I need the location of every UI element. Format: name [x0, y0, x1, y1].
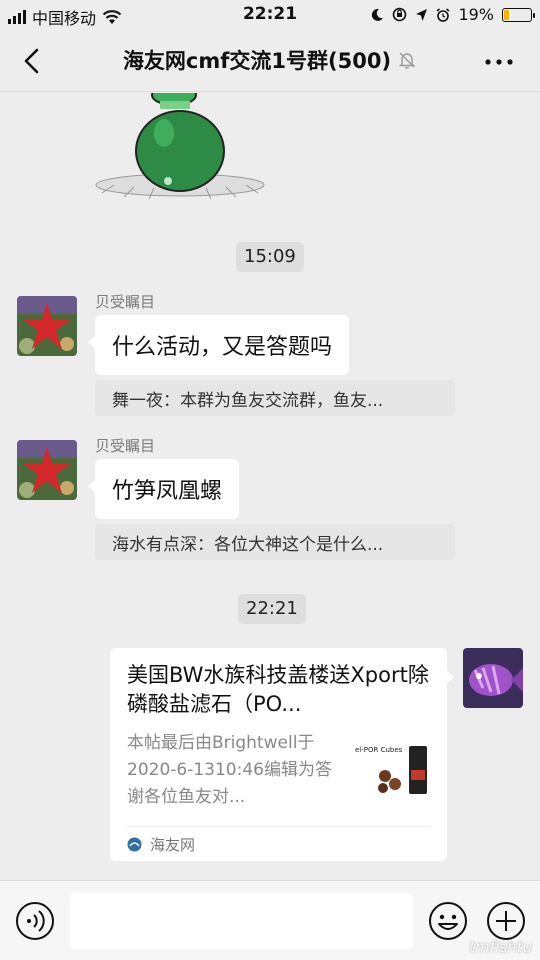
location-icon [416, 8, 428, 21]
message-list[interactable]: 15:09 贝受瞩目 什么活动，又是答题吗 舞一夜：本群为鱼友交流群，鱼友...… [0, 93, 540, 879]
input-bar: tmfishtu [0, 880, 540, 960]
link-thumbnail: el-POR Cubes [353, 740, 431, 804]
quoted-text: 舞一夜：本群为鱼友交流群，鱼友... [112, 390, 384, 411]
rotation-lock-icon [393, 7, 407, 22]
alarm-icon [436, 7, 450, 22]
quoted-message[interactable]: 舞一夜：本群为鱼友交流群，鱼友... [95, 380, 455, 416]
plus-icon[interactable] [486, 901, 526, 941]
link-description: 本帖最后由Brightwell于2020-6-1310:46编辑为答谢各位鱼友对… [127, 733, 332, 807]
emoji-icon[interactable] [428, 901, 468, 941]
message-bubble[interactable]: 什么活动，又是答题吗 [87, 315, 350, 375]
sticker-image[interactable] [94, 93, 266, 201]
chat-header: 海友网cmf交流1号群(500) [0, 30, 540, 92]
source-name: 海友网 [150, 836, 196, 854]
avatar[interactable] [17, 440, 77, 500]
message-bubble[interactable]: 竹笋凤凰螺 [87, 459, 240, 519]
battery-icon [502, 7, 535, 22]
thumbnail-caption: el-POR Cubes [355, 746, 403, 754]
timestamp: 22:21 [238, 594, 306, 624]
sender-name: 贝受瞩目 [95, 437, 156, 455]
card-divider [127, 826, 430, 827]
battery-percent: 19% [458, 5, 494, 24]
avatar[interactable] [17, 296, 77, 356]
sender-name: 贝受瞩目 [95, 293, 156, 311]
message-input[interactable] [70, 893, 413, 949]
quoted-message[interactable]: 海水有点深：各位大神这个是什么... [95, 524, 455, 560]
watermark: tmfishtu [469, 938, 532, 956]
more-icon[interactable] [484, 57, 514, 67]
quoted-text: 海水有点深：各位大神这个是什么... [112, 534, 384, 555]
timestamp: 15:09 [236, 242, 304, 272]
message-text: 什么活动，又是答题吗 [112, 335, 333, 360]
chat-title: 海友网cmf交流1号群(500) [122, 49, 392, 73]
mute-bell-icon [398, 52, 416, 69]
link-card[interactable]: 美国BW水族科技盖楼送Xport除磷酸盐滤石（PO... 本帖最后由Bright… [110, 648, 454, 861]
chat-title-group: 海友网cmf交流1号群(500) [0, 45, 540, 75]
message-text: 竹笋凤凰螺 [112, 479, 223, 504]
link-source: 海友网 [127, 834, 195, 855]
my-avatar[interactable] [463, 648, 523, 708]
source-logo-icon [127, 837, 142, 852]
voice-icon[interactable] [15, 901, 55, 941]
status-bar: 中国移动 22:21 19% [0, 0, 540, 30]
link-title: 美国BW水族科技盖楼送Xport除磷酸盐滤石（PO... [127, 663, 429, 716]
moon-icon [372, 8, 384, 21]
